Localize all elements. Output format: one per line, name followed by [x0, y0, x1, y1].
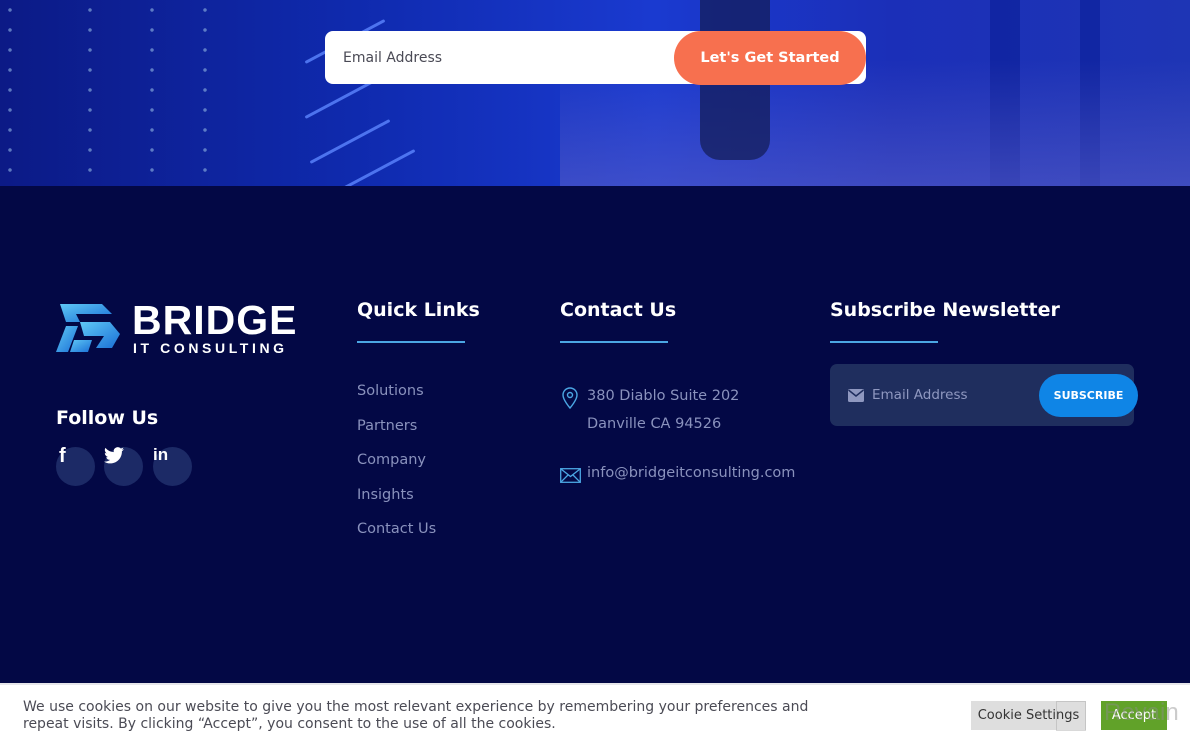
cookie-message-line-2: repeat visits. By clicking “Accept”, you…	[23, 716, 556, 732]
cookie-message-line-1: We use cookies on our website to give yo…	[23, 699, 809, 715]
quick-link-contact-us[interactable]: Contact Us	[357, 521, 436, 537]
newsletter-email-input[interactable]	[872, 364, 1032, 426]
brand-logo[interactable]: BRIDGE IT CONSULTING	[56, 298, 301, 357]
cookie-consent-bar: We use cookies on our website to give yo…	[0, 683, 1190, 747]
quick-link-partners[interactable]: Partners	[357, 418, 417, 434]
bridge-b-logo-icon	[56, 304, 120, 352]
facebook-link[interactable]: f	[56, 445, 95, 486]
map-pin-icon	[562, 387, 578, 409]
accept-cookies-button[interactable]: Accept	[1101, 701, 1167, 730]
hero-banner: Let's Get Started	[0, 0, 1190, 186]
linkedin-link[interactable]: in	[153, 445, 192, 486]
get-started-button[interactable]: Let's Get Started	[674, 31, 866, 85]
facebook-icon: f	[59, 445, 66, 467]
brand-tagline: IT CONSULTING	[133, 340, 288, 356]
heading-underline	[357, 341, 465, 343]
brand-name: BRIDGE	[132, 297, 298, 343]
cookie-message: We use cookies on our website to give yo…	[23, 699, 823, 733]
subscribe-newsletter-heading: Subscribe Newsletter	[830, 299, 1060, 321]
twitter-icon	[104, 447, 124, 464]
quick-link-insights[interactable]: Insights	[357, 487, 414, 503]
light-stripe	[334, 149, 416, 186]
twitter-link[interactable]	[104, 447, 143, 486]
newsletter-form: SUBSCRIBE	[830, 364, 1138, 426]
hero-signup-form: Let's Get Started	[325, 31, 866, 85]
address-line-1: 380 Diablo Suite 202	[587, 388, 740, 404]
mail-icon	[848, 389, 864, 402]
linkedin-icon: in	[153, 445, 169, 464]
contact-us-heading: Contact Us	[560, 299, 677, 321]
cookie-settings-button[interactable]: Cookie Settings	[971, 701, 1086, 730]
quick-link-company[interactable]: Company	[357, 452, 426, 468]
hero-email-input[interactable]	[325, 31, 675, 84]
quick-links-heading: Quick Links	[357, 299, 480, 321]
subscribe-button[interactable]: SUBSCRIBE	[1039, 374, 1138, 417]
heading-underline	[830, 341, 938, 343]
site-footer	[0, 186, 1190, 683]
contact-email-link[interactable]: info@bridgeitconsulting.com	[587, 465, 795, 481]
address-line-2: Danville CA 94526	[587, 416, 722, 432]
server-lights	[150, 0, 154, 186]
server-lights	[8, 0, 12, 186]
envelope-icon	[560, 468, 581, 483]
light-stripe	[309, 119, 391, 164]
heading-underline	[560, 341, 668, 343]
quick-link-solutions[interactable]: Solutions	[357, 383, 424, 399]
follow-us-heading: Follow Us	[56, 407, 159, 429]
server-lights	[88, 0, 92, 186]
server-lights	[203, 0, 207, 186]
